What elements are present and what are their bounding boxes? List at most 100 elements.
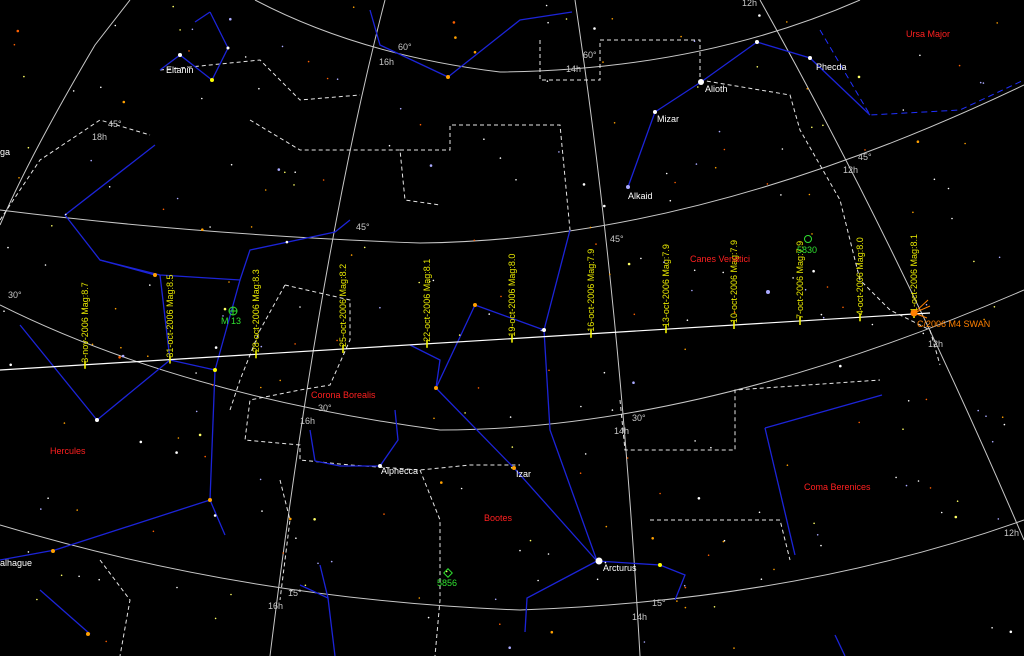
star-bootes-a xyxy=(434,386,438,390)
faint-star xyxy=(545,4,548,7)
faint-star xyxy=(684,586,687,589)
label-alioth: Alioth xyxy=(705,84,728,94)
faint-star xyxy=(683,584,686,587)
faint-star xyxy=(686,319,689,322)
faint-star xyxy=(808,193,811,196)
label-izar: Izar xyxy=(516,469,531,479)
svg-text:60°: 60° xyxy=(398,42,412,52)
faint-star xyxy=(806,87,809,90)
faint-star xyxy=(693,269,696,272)
const-canes-venatici: Canes Venatici xyxy=(690,254,750,264)
faint-star xyxy=(820,313,823,316)
faint-star xyxy=(998,256,1001,259)
faint-star xyxy=(694,440,696,442)
faint-star xyxy=(565,18,568,20)
faint-star xyxy=(228,281,230,283)
faint-star xyxy=(47,497,49,500)
faint-star xyxy=(804,288,807,291)
faint-star xyxy=(663,261,665,264)
faint-star xyxy=(72,90,75,92)
faint-star xyxy=(640,257,642,260)
faint-star xyxy=(973,260,975,263)
label-vega-fragment: ga xyxy=(0,147,10,157)
faint-star xyxy=(209,226,211,228)
faint-star xyxy=(697,497,701,500)
faint-star xyxy=(229,17,232,21)
faint-star xyxy=(529,539,532,542)
faint-star xyxy=(684,348,686,351)
faint-star xyxy=(693,40,696,42)
faint-star xyxy=(499,157,502,159)
star-hercules-c xyxy=(95,418,99,422)
faint-star xyxy=(713,606,716,608)
faint-star xyxy=(464,412,466,414)
faint-star xyxy=(589,226,592,229)
const-coma-berenices: Coma Berenices xyxy=(804,482,871,492)
faint-star xyxy=(176,197,179,200)
faint-star xyxy=(822,316,825,319)
star-arcturus xyxy=(595,557,603,565)
faint-star xyxy=(473,50,477,54)
star-hercules-b xyxy=(213,368,217,372)
faint-star xyxy=(201,228,204,231)
svg-text:16h: 16h xyxy=(379,57,394,67)
faint-star xyxy=(550,630,554,634)
faint-star xyxy=(285,240,289,244)
faint-star xyxy=(811,233,813,235)
faint-star xyxy=(613,122,616,124)
faint-star xyxy=(977,409,979,412)
faint-star xyxy=(697,86,699,88)
faint-star xyxy=(826,286,829,288)
comet-date-label: 4-oct-2006 Mag:8.0 xyxy=(855,237,865,315)
faint-star xyxy=(40,508,42,510)
faint-star xyxy=(940,511,943,514)
faint-star xyxy=(812,269,815,273)
const-corona-borealis: Corona Borealis xyxy=(311,390,376,400)
faint-star xyxy=(149,284,151,286)
svg-text:16h: 16h xyxy=(300,416,315,426)
star-draco-c xyxy=(226,46,230,50)
faint-star xyxy=(230,163,233,166)
faint-star xyxy=(871,323,874,326)
faint-star xyxy=(669,199,672,202)
faint-star xyxy=(176,586,178,589)
faint-star xyxy=(933,178,936,181)
faint-star xyxy=(947,187,950,190)
faint-star xyxy=(201,97,203,100)
faint-star xyxy=(611,18,614,20)
faint-star xyxy=(120,346,122,349)
faint-star xyxy=(895,476,897,479)
faint-star xyxy=(579,472,582,475)
label-phecda: Phecda xyxy=(816,62,847,72)
faint-star xyxy=(508,646,512,649)
label-ngc5830: 5830 xyxy=(797,245,817,255)
faint-star xyxy=(956,500,959,503)
star-draco-a xyxy=(446,75,450,79)
faint-star xyxy=(902,428,904,431)
faint-star xyxy=(811,126,813,129)
faint-star xyxy=(259,478,262,481)
faint-star xyxy=(925,303,928,306)
faint-star xyxy=(609,273,611,276)
faint-star xyxy=(429,164,433,167)
star-ser xyxy=(86,632,90,636)
faint-star xyxy=(78,575,80,578)
faint-star xyxy=(16,29,20,33)
faint-star xyxy=(114,24,117,27)
faint-star xyxy=(440,481,443,484)
faint-star xyxy=(433,417,435,420)
faint-star xyxy=(317,562,319,565)
faint-star xyxy=(500,295,502,298)
faint-star xyxy=(179,29,181,31)
faint-star xyxy=(473,239,476,242)
faint-star xyxy=(352,6,355,8)
svg-text:30°: 30° xyxy=(8,290,22,300)
faint-star xyxy=(722,271,724,274)
faint-star xyxy=(152,530,155,533)
faint-star xyxy=(603,204,606,208)
faint-star xyxy=(627,262,631,266)
faint-star xyxy=(626,457,629,459)
svg-text:14h: 14h xyxy=(614,426,629,436)
star-hercules-a xyxy=(153,273,157,277)
faint-star xyxy=(458,334,461,336)
